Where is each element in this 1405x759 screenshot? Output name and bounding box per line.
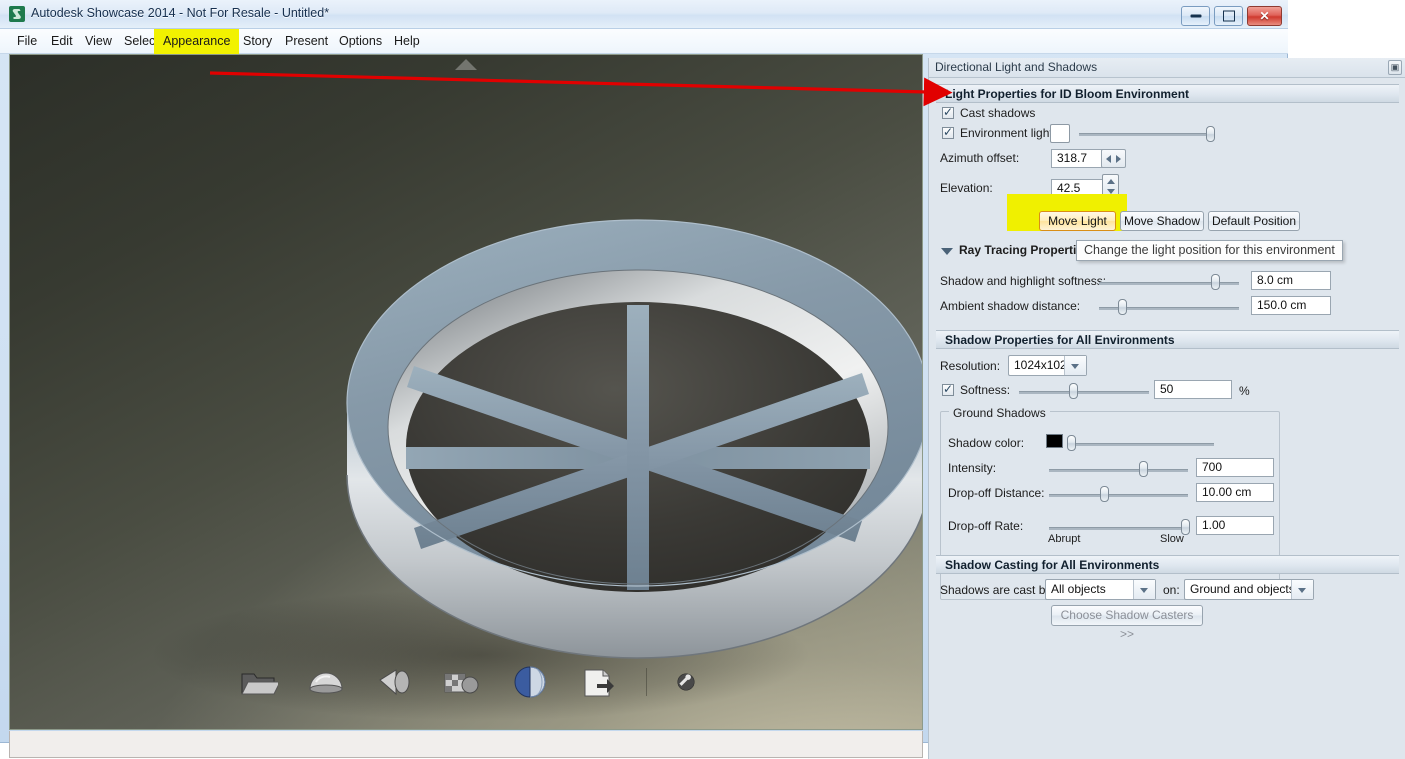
dropoff-distance-slider-track[interactable] bbox=[1049, 494, 1188, 497]
dropoff-rate-min-label: Abrupt bbox=[1048, 533, 1081, 545]
dropoff-rate-input[interactable]: 1.00 bbox=[1196, 516, 1274, 535]
shadow-color-slider-thumb[interactable] bbox=[1067, 435, 1076, 451]
shadow-highlight-softness-thumb[interactable] bbox=[1211, 274, 1220, 290]
cast-shadows-label: Cast shadows bbox=[960, 106, 1036, 120]
ray-tracing-header: Ray Tracing Properties bbox=[959, 243, 1090, 257]
open-folder-icon[interactable] bbox=[238, 662, 281, 702]
maximize-button[interactable] bbox=[1214, 6, 1243, 26]
softness-slider-thumb[interactable] bbox=[1069, 383, 1078, 399]
chevron-down-icon[interactable] bbox=[1064, 356, 1086, 375]
section-header-shadow-properties: Shadow Properties for All Environments bbox=[936, 330, 1399, 349]
publish-export-icon[interactable] bbox=[578, 662, 618, 702]
title-bar: Autodesk Showcase 2014 - Not For Resale … bbox=[0, 0, 1288, 29]
softness-checkbox[interactable] bbox=[942, 382, 954, 396]
shadow-color-label: Shadow color: bbox=[948, 436, 1025, 450]
resolution-select[interactable]: 1024x1024 bbox=[1008, 355, 1087, 376]
minimize-button[interactable] bbox=[1181, 6, 1210, 26]
chevron-right-icon[interactable] bbox=[1116, 155, 1121, 163]
azimuth-stepper[interactable] bbox=[1101, 149, 1126, 168]
shadows-on-label: on: bbox=[1163, 583, 1180, 597]
environment-light-slider-track[interactable] bbox=[1079, 133, 1208, 136]
status-bar bbox=[9, 731, 923, 758]
resolution-label: Resolution: bbox=[940, 359, 1001, 373]
move-shadow-button[interactable]: Move Shadow bbox=[1120, 211, 1204, 231]
shadow-highlight-softness-input[interactable]: 8.0 cm bbox=[1251, 271, 1331, 290]
3d-viewport[interactable]: Look bbox=[9, 54, 923, 730]
dropoff-rate-slider-track[interactable] bbox=[1049, 527, 1188, 530]
menu-bar: File Edit View Select Appearance Story P… bbox=[0, 29, 1288, 54]
move-light-tooltip: Change the light position for this envir… bbox=[1076, 240, 1343, 261]
menu-item-present[interactable]: Present bbox=[276, 29, 337, 54]
section-header-shadow-casting: Shadow Casting for All Environments bbox=[936, 555, 1399, 574]
dropoff-distance-slider-thumb[interactable] bbox=[1100, 486, 1109, 502]
settings-wrench-icon[interactable] bbox=[675, 671, 697, 693]
menu-item-story[interactable]: Story bbox=[234, 29, 281, 54]
chevron-up-icon[interactable] bbox=[1107, 179, 1115, 184]
menu-item-appearance[interactable]: Appearance bbox=[154, 29, 240, 54]
cast-shadows-checkbox[interactable] bbox=[942, 105, 954, 119]
panel-title: Directional Light and Shadows bbox=[935, 60, 1098, 74]
environment-dome-icon[interactable] bbox=[306, 662, 346, 702]
environment-light-slider-thumb[interactable] bbox=[1206, 126, 1215, 142]
shadows-cast-by-value: All objects bbox=[1051, 582, 1106, 596]
ray-tracing-disclosure-icon[interactable] bbox=[941, 248, 953, 255]
softness-unit-label: % bbox=[1239, 384, 1250, 398]
ambient-shadow-distance-label: Ambient shadow distance: bbox=[940, 299, 1081, 313]
lighting-icon[interactable] bbox=[374, 662, 414, 702]
panel-close-icon[interactable]: ▣ bbox=[1388, 60, 1402, 75]
choose-shadow-casters-button[interactable]: Choose Shadow Casters >> bbox=[1051, 605, 1203, 641]
menu-item-help[interactable]: Help bbox=[385, 29, 429, 54]
look-sphere-icon[interactable] bbox=[510, 662, 550, 702]
dropoff-distance-label: Drop-off Distance: bbox=[948, 486, 1045, 500]
shadows-on-value: Ground and objects bbox=[1190, 582, 1295, 596]
panel-title-bar: Directional Light and Shadows ▣ bbox=[929, 58, 1405, 78]
ambient-shadow-distance-thumb[interactable] bbox=[1118, 299, 1127, 315]
softness-input[interactable]: 50 bbox=[1154, 380, 1232, 399]
close-button[interactable]: ✕ bbox=[1247, 6, 1282, 26]
window-title: Autodesk Showcase 2014 - Not For Resale … bbox=[31, 6, 330, 20]
dropoff-rate-label: Drop-off Rate: bbox=[948, 519, 1024, 533]
ambient-shadow-distance-input[interactable]: 150.0 cm bbox=[1251, 296, 1331, 315]
intensity-slider-thumb[interactable] bbox=[1139, 461, 1148, 477]
environment-light-checkbox[interactable] bbox=[942, 125, 954, 139]
close-icon: ✕ bbox=[1259, 9, 1270, 23]
minimize-icon bbox=[1190, 14, 1201, 18]
shadows-cast-by-select[interactable]: All objects bbox=[1045, 579, 1156, 600]
softness-slider-track[interactable] bbox=[1019, 391, 1149, 394]
chevron-left-icon[interactable] bbox=[1106, 155, 1111, 163]
intensity-slider-track[interactable] bbox=[1049, 469, 1188, 472]
default-position-button[interactable]: Default Position bbox=[1208, 211, 1300, 231]
shadows-on-select[interactable]: Ground and objects bbox=[1184, 579, 1314, 600]
ground-shadows-title: Ground Shadows bbox=[949, 406, 1050, 420]
dropoff-rate-max-label: Slow bbox=[1160, 533, 1184, 545]
materials-icon[interactable] bbox=[442, 662, 482, 702]
environment-light-label: Environment light: bbox=[960, 126, 1057, 140]
shadow-highlight-softness-label: Shadow and highlight softness: bbox=[940, 274, 1107, 288]
menu-item-options[interactable]: Options bbox=[330, 29, 391, 54]
wheel-3d-model bbox=[150, 219, 922, 721]
dropoff-distance-input[interactable]: 10.00 cm bbox=[1196, 483, 1274, 502]
azimuth-offset-label: Azimuth offset: bbox=[940, 151, 1020, 165]
maximize-icon bbox=[1222, 10, 1235, 22]
section-header-light-properties: Light Properties for ID Bloom Environmen… bbox=[936, 84, 1399, 103]
chevron-down-icon[interactable] bbox=[1291, 580, 1313, 599]
shadows-cast-by-label: Shadows are cast by: bbox=[940, 583, 1055, 597]
chevron-down-icon[interactable] bbox=[1133, 580, 1155, 599]
elevation-label: Elevation: bbox=[940, 181, 993, 195]
toolbar-divider bbox=[645, 668, 647, 696]
shadow-color-slider-track[interactable] bbox=[1069, 443, 1214, 446]
softness-label: Softness: bbox=[960, 383, 1011, 397]
environment-light-color-swatch[interactable] bbox=[1050, 124, 1070, 143]
directional-light-and-shadows-panel: Directional Light and Shadows ▣ Light Pr… bbox=[928, 58, 1405, 759]
intensity-input[interactable]: 700 bbox=[1196, 458, 1274, 477]
menu-item-file[interactable]: File bbox=[8, 29, 46, 54]
move-light-button[interactable]: Move Light bbox=[1039, 211, 1116, 231]
shadow-color-swatch[interactable] bbox=[1046, 434, 1063, 448]
intensity-label: Intensity: bbox=[948, 461, 997, 475]
showcase-app-icon bbox=[9, 6, 25, 22]
azimuth-offset-input[interactable]: 318.7 bbox=[1051, 149, 1107, 168]
viewport-toolbar bbox=[10, 653, 922, 711]
